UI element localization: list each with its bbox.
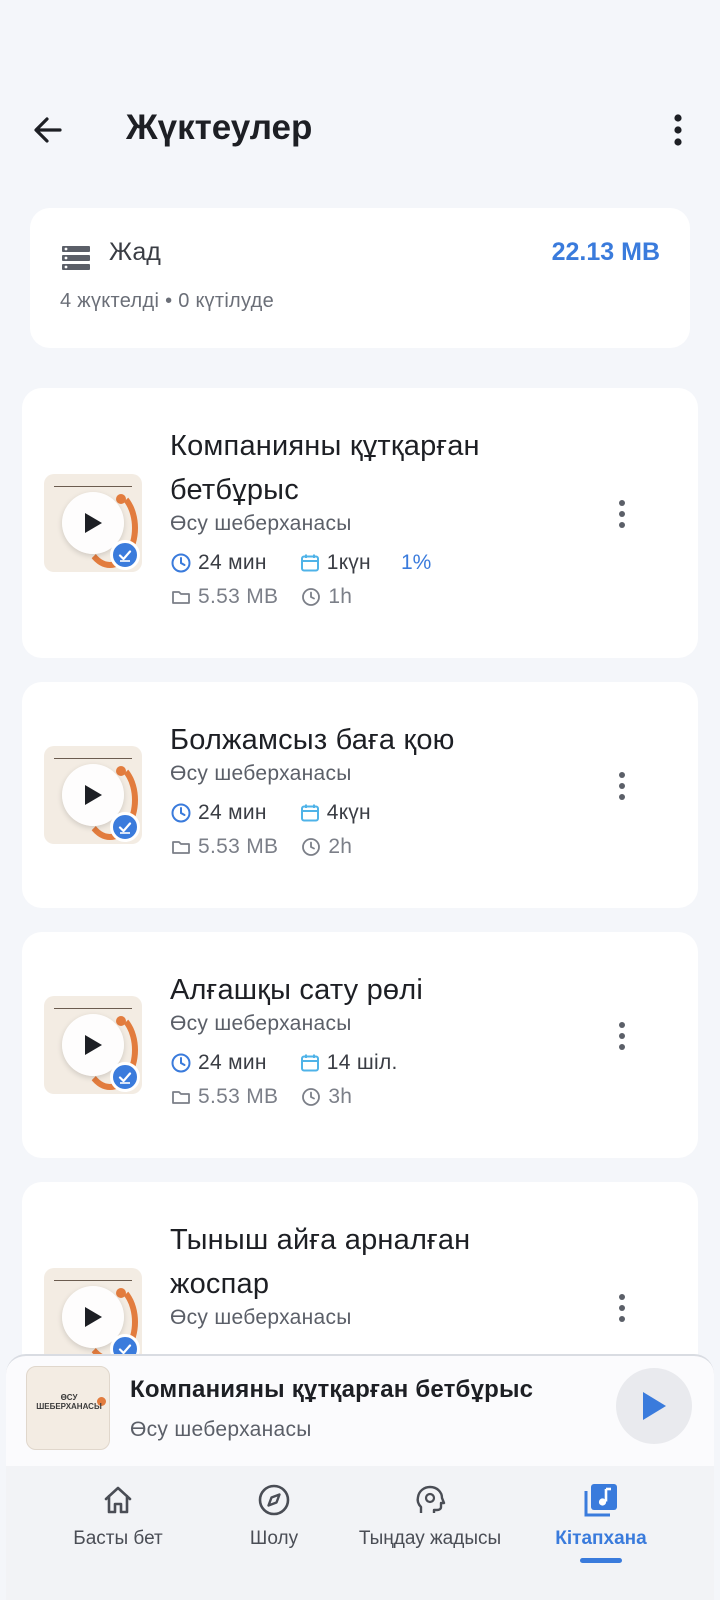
arrow-left-icon [34, 117, 62, 143]
item-more-button[interactable] [602, 494, 642, 534]
more-vertical-icon [619, 500, 625, 528]
check-icon [118, 822, 132, 834]
duration: 24 мин [198, 551, 267, 574]
episode-meta-row: 24 мин 4күн [170, 798, 393, 828]
downloaded-ago: 2h [328, 835, 353, 858]
back-button[interactable] [28, 110, 68, 150]
episode-file-row: 5.53 MB 1h [170, 582, 374, 612]
episode-title: Болжамсыз баға қою [170, 724, 455, 756]
downloaded-badge [110, 1062, 140, 1092]
nav-item-browse[interactable]: Шолу [186, 1466, 362, 1566]
episode-file-row: 5.53 MB 3h [170, 1082, 374, 1112]
mini-player-title: Компанияны құтқарған бетбұрыс [130, 1376, 534, 1403]
episode-title: Тыныш айға арналған жоспар [170, 1224, 471, 1300]
clock-icon [302, 838, 321, 856]
bottom-navigation: Басты бет Шолу Тыңдау жадысы Кітапхана [6, 1466, 714, 1600]
top-app-bar: Жүктеулер [0, 90, 720, 170]
play-icon [85, 1035, 102, 1055]
calendar-icon [300, 554, 319, 572]
nav-label: Тыңдау жадысы [358, 1528, 502, 1549]
episode-meta-row: 24 мин 14 шіл. [170, 1048, 420, 1078]
downloaded-badge [110, 540, 140, 570]
nav-item-library[interactable]: Кітапхана [513, 1466, 689, 1566]
library-music-icon [584, 1484, 617, 1517]
mini-player-cover: ӨСУ ШЕБЕРХАНАСЫ [26, 1366, 110, 1450]
episode-author: Өсу шеберханасы [170, 1012, 352, 1035]
episode-cover [44, 746, 142, 844]
storage-value: 22.13 MB [551, 238, 660, 266]
brain-icon [416, 1485, 446, 1513]
episode-cover [44, 1268, 142, 1366]
play-progress: 1% [400, 551, 432, 574]
check-icon [118, 550, 132, 562]
check-icon [118, 1072, 132, 1084]
storage-summary-card: Жад 22.13 MB 4 жүктелді • 0 күтілуде [30, 208, 690, 348]
folder-icon [172, 591, 190, 604]
active-tab-indicator [580, 1558, 622, 1563]
mini-player-play-button[interactable] [616, 1368, 692, 1444]
download-item[interactable]: Болжамсыз баға қою Өсу шеберханасы 24 ми… [22, 682, 698, 908]
duration: 24 мин [198, 1051, 267, 1074]
more-vertical-icon [619, 772, 625, 800]
episode-cover [44, 474, 142, 572]
file-size: 5.53 MB [198, 585, 279, 608]
compass-icon [258, 1484, 290, 1516]
clock-icon [302, 1088, 321, 1106]
storage-summary: 4 жүктелді • 0 күтілуде [60, 290, 275, 312]
more-vertical-icon [674, 114, 682, 146]
episode-cover [44, 996, 142, 1094]
clock-icon [171, 1053, 191, 1073]
play-icon [85, 513, 102, 533]
episode-author: Өсу шеберханасы [170, 512, 352, 535]
publish-date: 1күн [326, 551, 371, 574]
more-options-button[interactable] [658, 110, 698, 150]
play-icon [85, 1307, 102, 1327]
more-vertical-icon [619, 1294, 625, 1322]
clock-icon [302, 588, 321, 606]
calendar-icon [300, 804, 319, 822]
episode-title: Алғашқы сату рөлі [170, 974, 424, 1006]
item-more-button[interactable] [602, 1016, 642, 1056]
download-item[interactable]: Компанияны құтқарған бетбұрыс Өсу шеберх… [22, 388, 698, 658]
play-icon [85, 785, 102, 805]
file-size: 5.53 MB [198, 1085, 279, 1108]
nav-item-home[interactable]: Басты бет [30, 1466, 206, 1566]
episode-author: Өсу шеберханасы [170, 1306, 352, 1329]
mini-player[interactable]: ӨСУ ШЕБЕРХАНАСЫ Компанияны құтқарған бет… [6, 1354, 714, 1466]
folder-icon [172, 1091, 190, 1104]
download-item[interactable]: Тыныш айға арналған жоспар Өсу шеберхана… [22, 1182, 698, 1382]
play-icon [643, 1392, 666, 1420]
episode-title: Компанияны құтқарған бетбұрыс [170, 430, 480, 506]
downloaded-badge [110, 812, 140, 842]
storage-label: Жад [109, 238, 161, 266]
nav-label: Шолу [249, 1528, 299, 1549]
nav-item-listening-memory[interactable]: Тыңдау жадысы [342, 1466, 518, 1566]
nav-label: Кітапхана [555, 1528, 647, 1549]
calendar-icon [300, 1054, 319, 1072]
publish-date: 4күн [326, 801, 371, 824]
mini-player-author: Өсу шеберханасы [130, 1418, 312, 1441]
more-vertical-icon [619, 1022, 625, 1050]
item-more-button[interactable] [602, 766, 642, 806]
downloaded-ago: 3h [328, 1085, 353, 1108]
episode-author: Өсу шеберханасы [170, 762, 352, 785]
home-icon [104, 1486, 132, 1514]
publish-date: 14 шіл. [326, 1051, 398, 1074]
downloaded-ago: 1h [328, 585, 353, 608]
page-title: Жүктеулер [126, 108, 313, 147]
folder-icon [172, 841, 190, 854]
download-item[interactable]: Алғашқы сату рөлі Өсу шеберханасы 24 мин… [22, 932, 698, 1158]
episode-file-row: 5.53 MB 2h [170, 832, 374, 862]
duration: 24 мин [198, 801, 267, 824]
storage-list-icon [62, 246, 90, 270]
cover-text: ӨСУ ШЕБЕРХАНАСЫ [36, 1393, 102, 1411]
nav-label: Басты бет [73, 1528, 163, 1549]
clock-icon [171, 553, 191, 573]
file-size: 5.53 MB [198, 835, 279, 858]
item-more-button[interactable] [602, 1288, 642, 1328]
clock-icon [171, 803, 191, 823]
episode-meta-row: 24 мин 1күн 1% [170, 548, 453, 578]
